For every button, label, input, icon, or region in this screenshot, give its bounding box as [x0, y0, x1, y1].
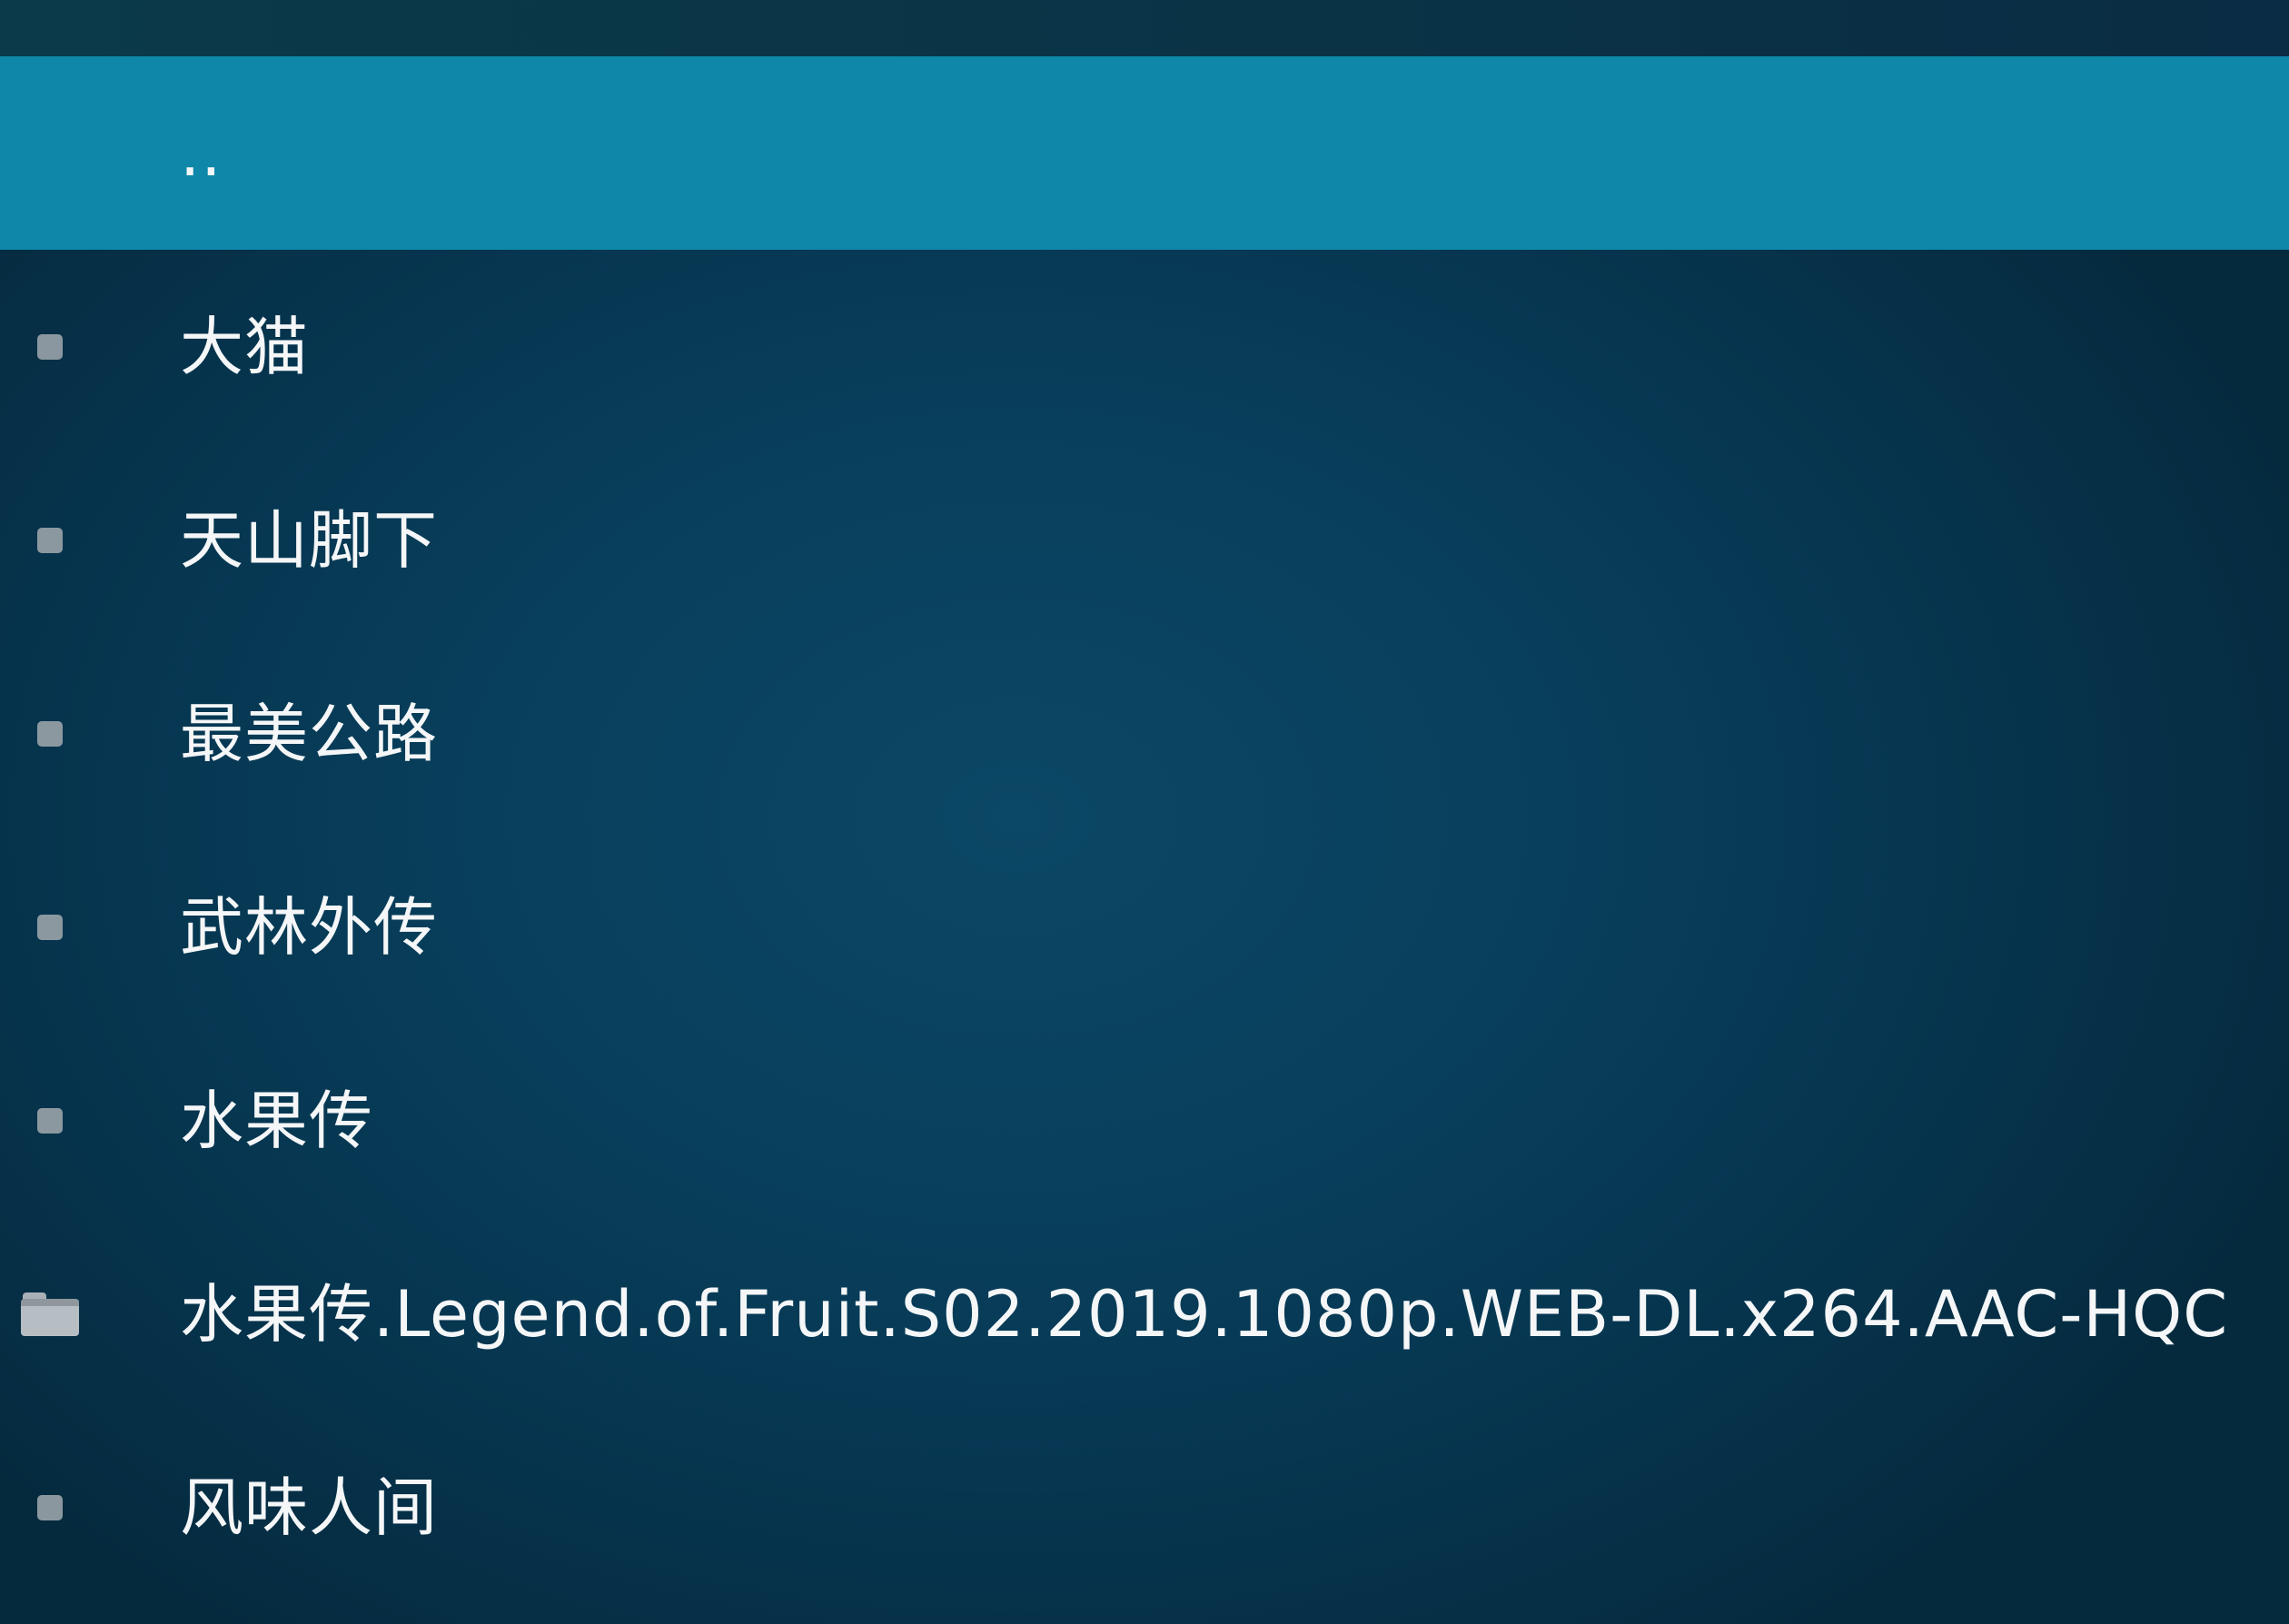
list-item[interactable]: 天山脚下 — [0, 443, 2289, 637]
icon-slot — [0, 1217, 100, 1411]
list-item[interactable]: 最美公路 — [0, 637, 2289, 830]
bullet-icon — [37, 720, 63, 747]
bullet-icon — [37, 1107, 63, 1134]
bullet-icon — [37, 1494, 63, 1520]
top-bar — [0, 0, 2289, 56]
list-item-label: 水果传 — [180, 1083, 373, 1158]
icon-slot — [0, 443, 100, 637]
bullet-icon — [37, 333, 63, 360]
icon-slot — [0, 250, 100, 443]
icon-slot — [0, 637, 100, 830]
list-item[interactable]: 风味人间 — [0, 1411, 2289, 1604]
list-item-label: 水果传.Legend.of.Fruit.S02.2019.1080p.WEB-D… — [180, 1276, 2229, 1352]
list-item[interactable]: 武林外传 — [0, 830, 2289, 1024]
icon-slot — [0, 56, 100, 250]
list-item[interactable]: 水果传 — [0, 1024, 2289, 1217]
list-item-label: 风味人间 — [180, 1470, 438, 1545]
icon-slot — [0, 830, 100, 1024]
icon-slot — [0, 1024, 100, 1217]
icon-slot — [0, 1411, 100, 1604]
list-item-label: .. — [180, 115, 223, 191]
bullet-icon — [37, 914, 63, 940]
list-item-label: 天山脚下 — [180, 502, 438, 578]
list-item-folder[interactable]: 水果传.Legend.of.Fruit.S02.2019.1080p.WEB-D… — [0, 1217, 2289, 1411]
bullet-icon — [37, 527, 63, 553]
list-item-parent-directory[interactable]: .. — [0, 56, 2289, 250]
list-item-label: 大猫 — [180, 309, 309, 384]
list-item[interactable]: 大猫 — [0, 250, 2289, 443]
list-item-label: 最美公路 — [180, 696, 438, 771]
list-item-label: 武林外传 — [180, 889, 438, 965]
folder-icon — [21, 1292, 79, 1336]
file-list: .. 大猫 天山脚下 最美公路 武林外传 水果传 水果传.Legend.of.F… — [0, 56, 2289, 1604]
